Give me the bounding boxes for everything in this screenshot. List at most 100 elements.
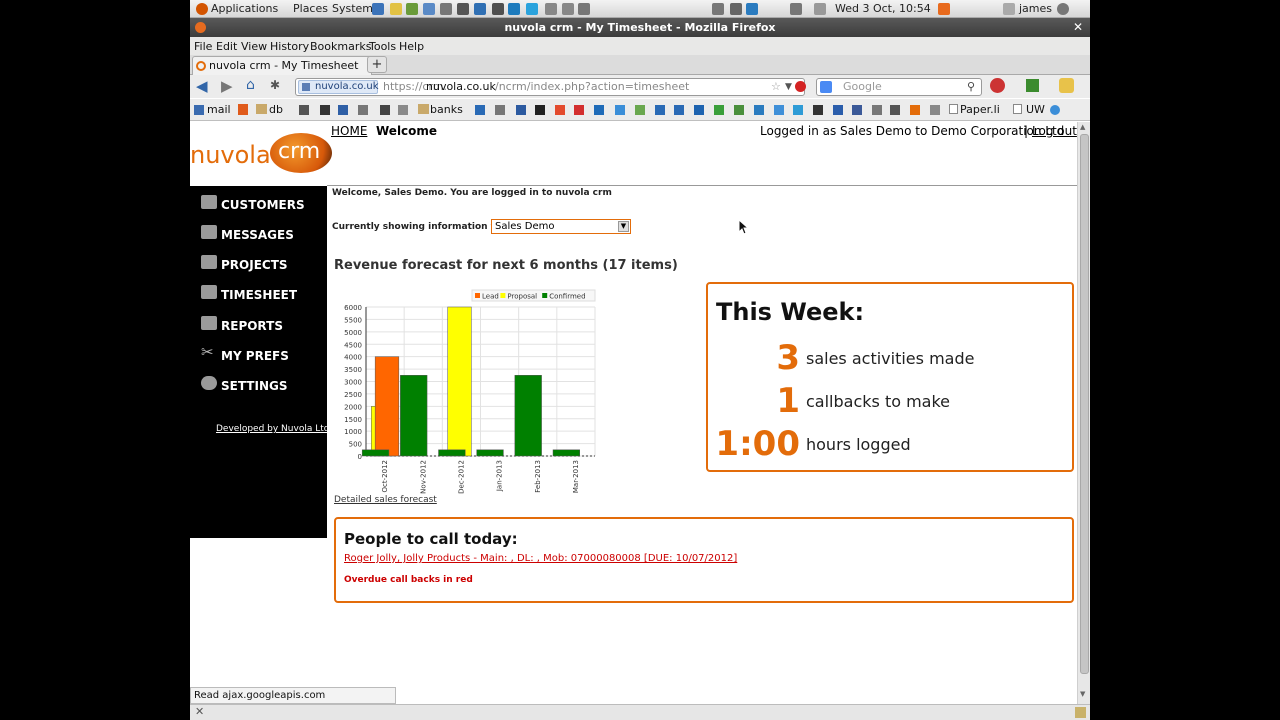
vertical-scrollbar[interactable]: ▲ ▼ bbox=[1077, 122, 1090, 704]
bookmark-icon[interactable] bbox=[358, 105, 368, 115]
menu-tools[interactable]: Tools bbox=[369, 40, 396, 53]
bookmark-db[interactable]: db bbox=[269, 103, 283, 116]
user-icon[interactable] bbox=[1003, 3, 1015, 15]
launcher-icon[interactable] bbox=[508, 3, 520, 15]
bookmark-icon[interactable] bbox=[555, 105, 565, 115]
extension-icon[interactable] bbox=[1026, 79, 1039, 92]
ubuntu-logo-icon[interactable] bbox=[196, 3, 208, 15]
bookmark-icon[interactable] bbox=[774, 105, 784, 115]
new-tab-button[interactable]: + bbox=[367, 56, 387, 73]
menu-view[interactable]: View bbox=[241, 40, 267, 53]
addon-icon[interactable] bbox=[1075, 707, 1086, 718]
url-dropdown-icon[interactable]: ▼ bbox=[785, 79, 792, 95]
gear-icon[interactable]: ✱ bbox=[270, 78, 280, 92]
bookmark-icon[interactable] bbox=[872, 105, 882, 115]
scroll-down-icon[interactable]: ▼ bbox=[1080, 690, 1085, 698]
launcher-icon[interactable] bbox=[406, 3, 418, 15]
menu-file[interactable]: File bbox=[194, 40, 212, 53]
bookmark-icon[interactable] bbox=[380, 105, 390, 115]
bookmark-icon[interactable] bbox=[299, 105, 309, 115]
applications-menu[interactable]: Applications bbox=[211, 2, 278, 15]
mail-icon[interactable] bbox=[814, 3, 826, 15]
bookmark-icon[interactable] bbox=[813, 105, 823, 115]
url-bar[interactable]: nuvola.co.uk https://crm. nuvola.co.uk /… bbox=[295, 78, 806, 96]
bookmark-icon[interactable] bbox=[694, 105, 704, 115]
bookmark-icon[interactable] bbox=[890, 105, 900, 115]
launcher-icon[interactable] bbox=[578, 3, 590, 15]
user-select[interactable]: Sales Demo ▼ bbox=[491, 219, 631, 234]
firefox-task-icon[interactable] bbox=[938, 3, 950, 15]
power-icon[interactable] bbox=[1057, 3, 1069, 15]
logout-link[interactable]: Log out bbox=[1032, 124, 1077, 138]
menu-bookmarks[interactable]: Bookmarks bbox=[310, 40, 371, 53]
bookmark-icon[interactable] bbox=[320, 105, 330, 115]
network-icon[interactable] bbox=[730, 3, 742, 15]
bookmark-icon[interactable] bbox=[535, 105, 545, 115]
volume-icon[interactable] bbox=[790, 3, 802, 15]
bookmark-star-icon[interactable]: ☆ bbox=[771, 79, 781, 95]
close-window-icon[interactable]: ✕ bbox=[1073, 18, 1083, 37]
bookmark-icon[interactable] bbox=[475, 105, 485, 115]
clock[interactable]: Wed 3 Oct, 10:54 bbox=[835, 2, 931, 15]
system-menu[interactable]: System bbox=[332, 2, 373, 15]
skype-icon[interactable] bbox=[526, 3, 538, 15]
bookmark-icon[interactable] bbox=[495, 105, 505, 115]
launcher-icon[interactable] bbox=[492, 3, 504, 15]
menu-help[interactable]: Help bbox=[399, 40, 424, 53]
bookmark-mail[interactable]: mail bbox=[207, 103, 231, 116]
nav-home-link[interactable]: HOME bbox=[331, 124, 367, 138]
bookmark-icon[interactable] bbox=[574, 105, 584, 115]
launcher-icon[interactable] bbox=[457, 3, 469, 15]
scrollbar-thumb[interactable] bbox=[1080, 134, 1089, 674]
menu-edit[interactable]: Edit bbox=[216, 40, 237, 53]
binoculars-icon[interactable]: ⚲ bbox=[967, 79, 975, 95]
dropbox-icon[interactable] bbox=[746, 3, 758, 15]
launcher-icon[interactable] bbox=[474, 3, 486, 15]
home-icon[interactable]: ⌂ bbox=[246, 77, 255, 93]
bookmark-icon[interactable] bbox=[635, 105, 645, 115]
stop-icon[interactable] bbox=[795, 81, 806, 92]
launcher-icon[interactable] bbox=[562, 3, 574, 15]
bookmark-icon[interactable] bbox=[238, 104, 248, 115]
twitter-icon[interactable] bbox=[793, 105, 803, 115]
bookmark-icon[interactable] bbox=[398, 105, 408, 115]
bookmark-icon[interactable] bbox=[615, 105, 625, 115]
menu-history[interactable]: History bbox=[270, 40, 309, 53]
bookmark-icon[interactable] bbox=[516, 105, 526, 115]
launcher-icon[interactable] bbox=[372, 3, 384, 15]
developed-by-link[interactable]: Developed by Nuvola Ltd bbox=[216, 424, 329, 434]
user-name[interactable]: james bbox=[1019, 2, 1052, 15]
search-bar[interactable]: Google ⚲ bbox=[816, 78, 982, 96]
facebook-icon[interactable] bbox=[852, 105, 862, 115]
launcher-icon[interactable] bbox=[390, 3, 402, 15]
close-addon-bar-icon[interactable]: ✕ bbox=[195, 705, 204, 718]
bookmark-icon[interactable] bbox=[338, 105, 348, 115]
scroll-up-icon[interactable]: ▲ bbox=[1080, 123, 1085, 131]
bookmark-paperli[interactable]: Paper.li bbox=[960, 103, 1000, 116]
bookmark-icon[interactable] bbox=[734, 105, 744, 115]
bookmark-uw[interactable]: UW bbox=[1026, 103, 1045, 116]
tab-active[interactable]: nuvola crm - My Timesheet bbox=[192, 56, 372, 75]
launcher-icon[interactable] bbox=[545, 3, 557, 15]
places-menu[interactable]: Places bbox=[293, 2, 328, 15]
back-arrow-icon[interactable]: ◀ bbox=[196, 77, 208, 95]
bookmark-icon[interactable] bbox=[910, 105, 920, 115]
call-entry-link[interactable]: Roger Jolly, Jolly Products - Main: , DL… bbox=[344, 553, 737, 564]
adblock-icon[interactable] bbox=[990, 78, 1005, 93]
bookmark-icon[interactable] bbox=[754, 105, 764, 115]
launcher-icon[interactable] bbox=[440, 3, 452, 15]
bookmark-icon[interactable] bbox=[655, 105, 665, 115]
bookmark-icon[interactable] bbox=[930, 105, 940, 115]
bookmark-icon[interactable] bbox=[674, 105, 684, 115]
detailed-forecast-link[interactable]: Detailed sales forecast bbox=[334, 495, 437, 505]
tray-icon[interactable] bbox=[712, 3, 724, 15]
bookmark-banks[interactable]: banks bbox=[430, 103, 463, 116]
nuvola-crm-logo[interactable]: nuvola crm bbox=[190, 131, 332, 175]
site-identity[interactable]: nuvola.co.uk bbox=[298, 80, 379, 94]
bookmark-icon[interactable] bbox=[594, 105, 604, 115]
bookmark-icon[interactable] bbox=[714, 105, 724, 115]
launcher-icon[interactable] bbox=[423, 3, 435, 15]
bookmark-icon[interactable] bbox=[833, 105, 843, 115]
bookmark-icon[interactable] bbox=[1050, 105, 1060, 115]
forward-arrow-icon[interactable]: ▶ bbox=[221, 77, 233, 95]
